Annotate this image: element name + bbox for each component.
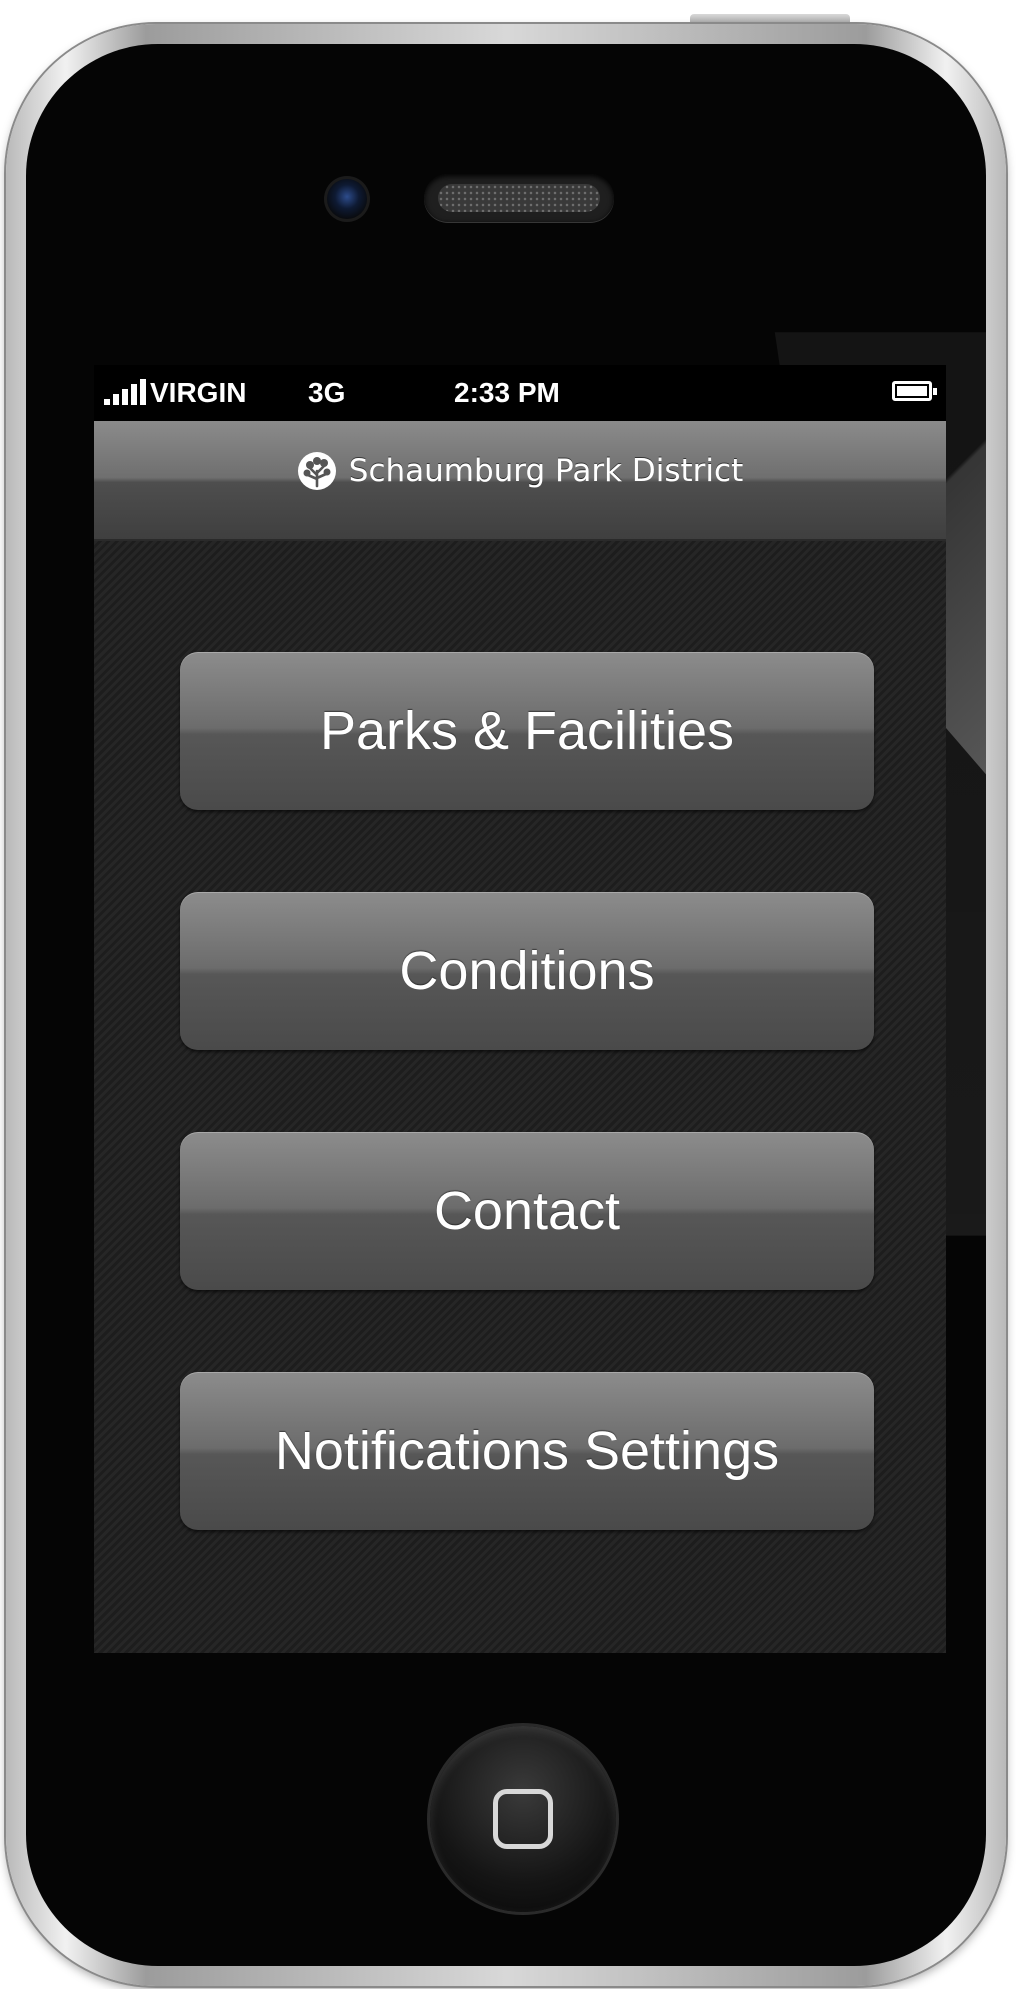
nav-title: Schaumburg Park District — [348, 453, 744, 489]
status-bar: VIRGIN 3G 2:33 PM — [94, 365, 946, 421]
page: VIRGIN 3G 2:33 PM Schaumburg Park Distri… — [0, 0, 1016, 1989]
nav-bar: Schaumburg Park District — [94, 421, 946, 541]
home-button[interactable] — [430, 1726, 616, 1912]
conditions-button[interactable]: Conditions — [180, 892, 874, 1050]
front-camera — [324, 176, 370, 222]
network-type: 3G — [308, 377, 346, 408]
notifications-settings-button[interactable]: Notifications Settings — [180, 1372, 874, 1530]
carrier-name: VIRGIN — [150, 377, 247, 408]
status-time: 2:33 PM — [454, 377, 560, 408]
tree-icon — [297, 452, 336, 490]
signal-bars-icon — [104, 379, 146, 405]
earpiece-speaker — [424, 174, 614, 222]
battery-full-icon — [892, 381, 937, 401]
nav-title-group: Schaumburg Park District — [94, 451, 946, 491]
parks-facilities-button[interactable]: Parks & Facilities — [180, 652, 874, 810]
home-square-icon — [493, 1789, 553, 1849]
contact-button[interactable]: Contact — [180, 1132, 874, 1290]
